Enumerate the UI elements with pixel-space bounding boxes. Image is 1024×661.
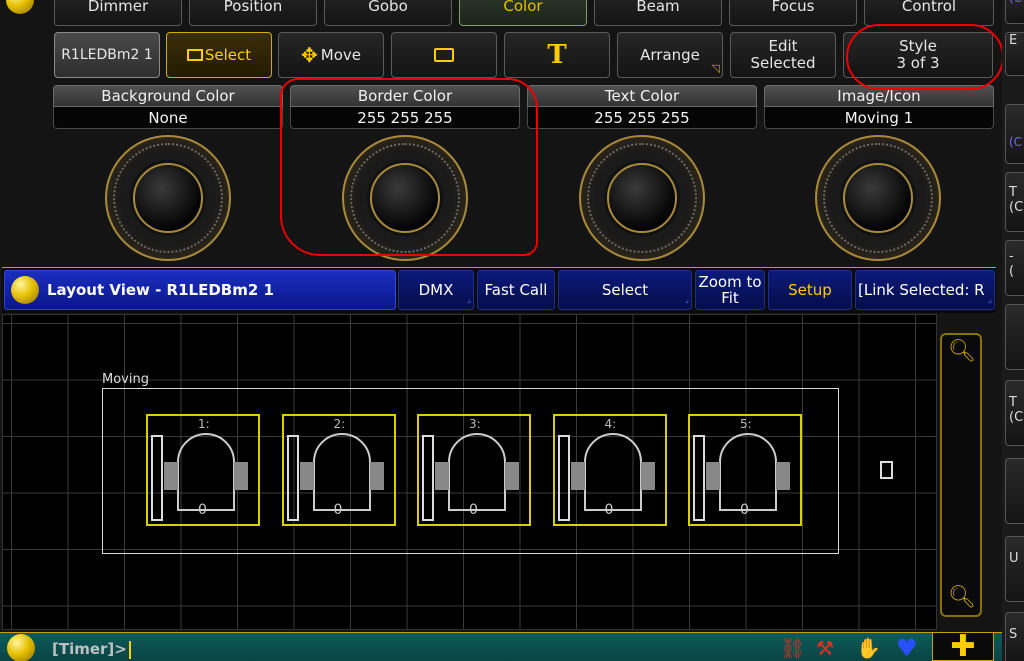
right-strip-button-9[interactable]: U (1005, 536, 1024, 602)
right-strip-button-6[interactable] (1005, 304, 1024, 370)
edit-selected-label: Edit Selected (750, 37, 816, 72)
corner-icon: ⌟ (987, 295, 992, 305)
encoder-value-text-color[interactable]: 255 255 255 (527, 107, 757, 129)
master-ball-icon[interactable] (6, 0, 34, 14)
text-icon: T (547, 39, 567, 70)
tab-position[interactable]: Position (189, 0, 317, 26)
tab-gobo[interactable]: Gobo (324, 0, 452, 26)
arrange-label: Arrange (640, 45, 700, 64)
layout-view-ball-icon[interactable] (11, 276, 39, 304)
layout-view-title: Layout View - R1LEDBm2 1 (4, 270, 396, 310)
encoder-knob-image-icon[interactable] (815, 135, 941, 261)
tools-icon[interactable]: ⚒ (816, 636, 834, 660)
tab-beam[interactable]: Beam (594, 0, 722, 26)
fixture-moving-head[interactable]: 4: 0 (552, 414, 667, 526)
link-selected-button[interactable]: [Link Selected: R ⌟ (855, 270, 995, 310)
tab-label: Beam (636, 0, 680, 15)
right-strip-button-4[interactable]: T (C (1005, 172, 1024, 232)
right-strip-button-10[interactable]: S (1005, 612, 1024, 661)
layout-name-label: R1LEDBm2 1 (61, 46, 153, 63)
fixture-value: 0 (333, 502, 343, 518)
network-icon[interactable]: ⛓ (780, 636, 805, 660)
command-ball-icon[interactable] (7, 634, 35, 661)
right-strip-button-1[interactable]: (C (1005, 0, 1024, 24)
group-label: Moving (102, 372, 149, 387)
layout-dmx-button[interactable]: DMX ⌟ (398, 270, 474, 310)
encoder-label-text-color: Text Color (527, 85, 757, 107)
layout-fast-call-button[interactable]: Fast Call (477, 270, 555, 310)
encoder-knob-background-color[interactable] (105, 135, 231, 261)
fixture-value: 0 (198, 502, 207, 518)
right-strip-button-8[interactable] (1005, 458, 1024, 524)
corner-icon: ⌟ (684, 295, 689, 305)
move-tool-button[interactable]: ✥ Move (278, 32, 384, 78)
rectangle-icon (434, 48, 454, 62)
right-strip-button-7[interactable]: T (C (1005, 380, 1024, 446)
tab-color[interactable]: Color (459, 0, 587, 26)
zoom-out-icon[interactable]: 🔍︎ (948, 339, 976, 365)
tab-label: Focus (771, 0, 815, 15)
encoder-value-image-icon[interactable]: Moving 1 (764, 107, 994, 129)
tab-label: Position (223, 0, 283, 15)
arrange-corner-icon: ◹ (711, 62, 720, 75)
tab-dimmer[interactable]: Dimmer (54, 0, 182, 26)
tab-label: Dimmer (87, 0, 149, 15)
edit-selected-button[interactable]: Edit Selected (730, 32, 836, 78)
tab-label: Color (503, 0, 543, 15)
fixture-moving-head[interactable]: 2: 0 (281, 414, 396, 526)
encoder-label-background-color: Background Color (53, 85, 283, 107)
heart-icon[interactable]: ♥ (896, 634, 918, 661)
right-strip-button-2[interactable]: E (1005, 32, 1024, 76)
encoder-value-background-color[interactable]: None (53, 107, 283, 129)
arrange-button[interactable]: Arrange ◹ (617, 32, 723, 78)
command-line-input[interactable]: [Timer]> (52, 640, 131, 659)
fixture-moving-head[interactable]: 3: 0 (417, 414, 531, 526)
right-strip-button-5[interactable]: - ( (1005, 240, 1024, 296)
corner-icon: ⌟ (466, 295, 471, 305)
fixture-value: 0 (604, 502, 614, 518)
fixtures-icon[interactable]: ✋ (856, 636, 881, 660)
tab-label: Gobo (368, 0, 408, 15)
add-button[interactable]: ✚ (932, 629, 994, 661)
annotation-border-color-highlight (280, 78, 538, 256)
annotation-style-highlight (846, 24, 1004, 90)
layout-small-element[interactable] (880, 461, 893, 479)
rectangle-tool-button[interactable] (391, 32, 497, 78)
right-strip-button-3[interactable]: (C (1005, 104, 1024, 164)
select-icon (186, 49, 203, 61)
command-line-bar (0, 632, 1002, 661)
select-label: Select (204, 45, 252, 64)
layout-name-button[interactable]: R1LEDBm2 1 (54, 32, 160, 78)
fixture-moving-head[interactable]: 5: 0 (688, 414, 802, 526)
select-tool-button[interactable]: Select (166, 32, 272, 78)
layout-select-button[interactable]: Select ⌟ (558, 270, 692, 310)
move-icon: ✥ (301, 42, 318, 67)
move-label: Move (320, 45, 361, 64)
plus-icon: ✚ (950, 629, 976, 661)
tab-focus[interactable]: Focus (729, 0, 857, 26)
fixture-moving-head[interactable]: 1: 0 (146, 414, 260, 526)
zoom-to-fit-button[interactable]: Zoom to Fit (695, 270, 765, 310)
zoom-in-icon[interactable]: 🔍︎ (948, 585, 976, 611)
tab-control[interactable]: Control (864, 0, 994, 26)
tab-label: Control (901, 0, 957, 15)
encoder-knob-text-color[interactable] (579, 135, 705, 261)
zoom-scrollbar[interactable]: 🔍︎ 🔍︎ (940, 333, 982, 617)
text-cursor (128, 640, 131, 659)
fixture-value: 0 (469, 502, 478, 518)
text-tool-button[interactable]: T (504, 32, 610, 78)
layout-setup-button[interactable]: Setup (768, 270, 852, 310)
fixture-value: 0 (740, 502, 749, 518)
